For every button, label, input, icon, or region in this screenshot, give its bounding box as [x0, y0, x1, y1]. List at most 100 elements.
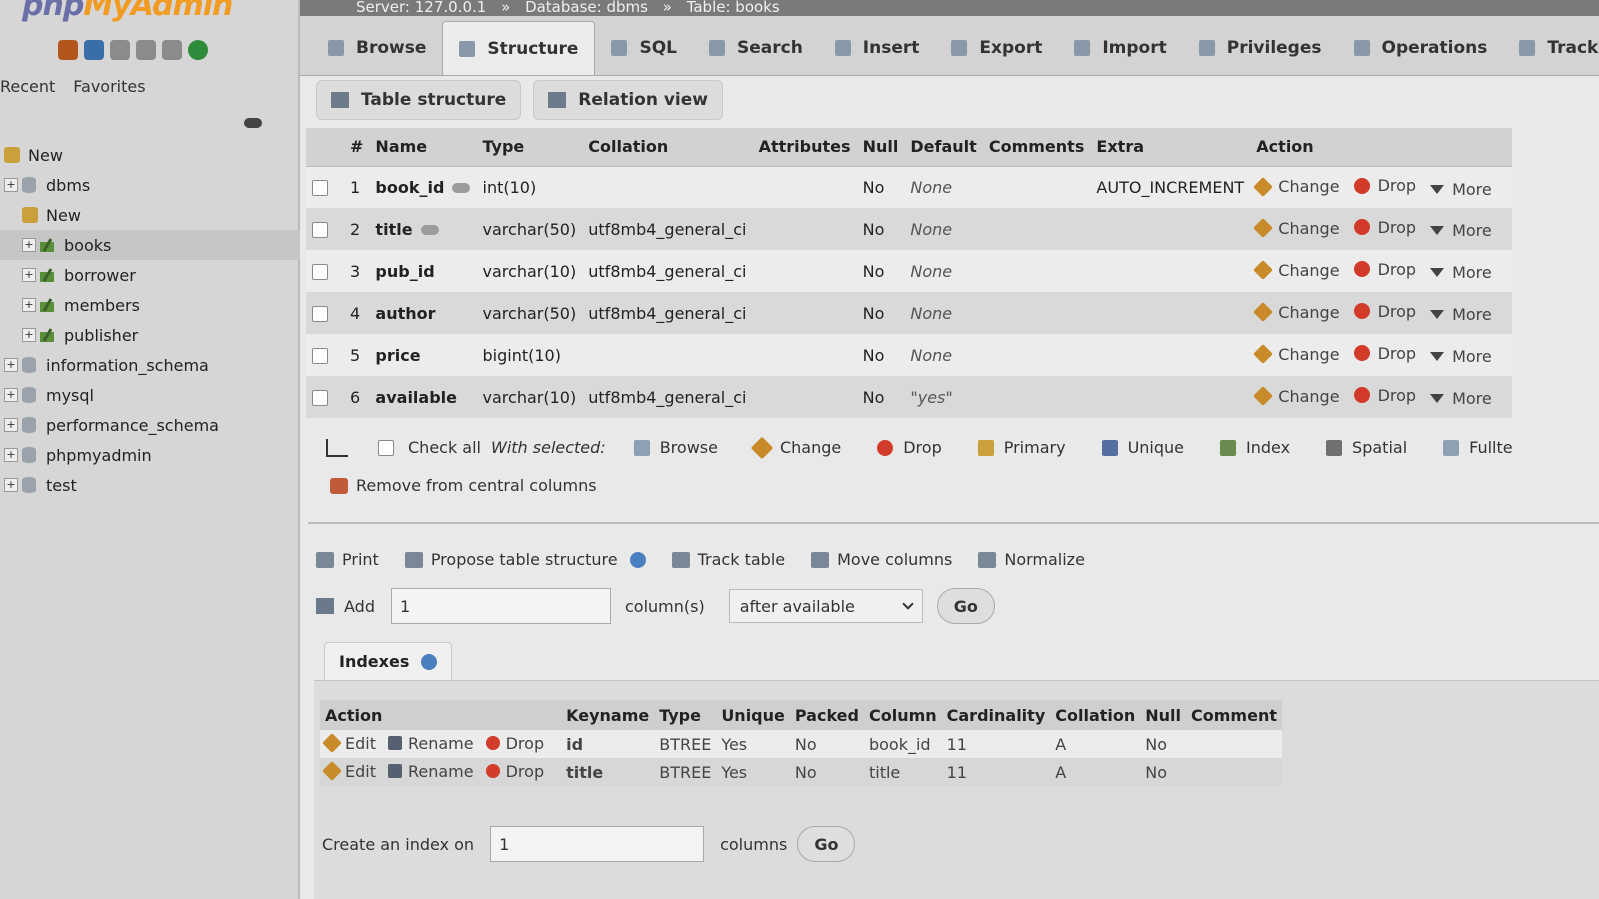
change-button[interactable]: Change	[1253, 260, 1340, 281]
index-drop-button[interactable]: Drop	[485, 762, 544, 781]
tab-tracki[interactable]: Tracki	[1503, 21, 1599, 75]
breadcrumb-server[interactable]: Server: 127.0.0.1	[356, 0, 486, 16]
tree-item-mysql[interactable]: + mysql	[0, 380, 300, 410]
expand-icon[interactable]: +	[4, 418, 18, 432]
create-index-count-input[interactable]	[490, 826, 705, 862]
tab-search[interactable]: Search	[693, 21, 819, 75]
expand-icon[interactable]: +	[4, 478, 18, 492]
recent-link[interactable]: Recent	[0, 77, 55, 96]
tree-item-information-schema[interactable]: + information_schema	[0, 350, 300, 380]
column-position-select[interactable]: after available	[728, 589, 923, 623]
drop-button[interactable]: Drop	[1353, 386, 1416, 405]
tree-item-borrower[interactable]: + borrower	[0, 260, 300, 290]
create-index-go-button[interactable]: Go	[797, 826, 856, 862]
index-edit-button[interactable]: Edit	[322, 761, 376, 782]
tab-import[interactable]: Import	[1058, 21, 1182, 75]
check-all-checkbox[interactable]	[378, 439, 394, 456]
reload-icon[interactable]	[188, 40, 208, 60]
tree-item-New[interactable]: New	[0, 200, 300, 230]
tab-browse[interactable]: Browse	[312, 21, 442, 75]
favorites-link[interactable]: Favorites	[73, 77, 145, 96]
add-columns-count-input[interactable]	[390, 588, 611, 624]
info-icon[interactable]	[421, 653, 438, 670]
with-selected-fullte-button[interactable]: Fullte	[1443, 438, 1513, 457]
tab-export[interactable]: Export	[935, 21, 1058, 75]
drop-button[interactable]: Drop	[1353, 176, 1416, 195]
tree-item-books[interactable]: + books	[0, 230, 300, 260]
more-button[interactable]: More	[1430, 389, 1492, 408]
expand-icon[interactable]: +	[4, 448, 18, 462]
index-rename-button[interactable]: Rename	[387, 734, 474, 753]
row-checkbox[interactable]	[312, 264, 328, 280]
index-edit-button[interactable]: Edit	[322, 733, 376, 754]
drop-button[interactable]: Drop	[1353, 302, 1416, 321]
remove-central-columns-button[interactable]: Remove from central columns	[330, 476, 597, 495]
settings-icon[interactable]	[162, 40, 182, 60]
with-selected-primary-button[interactable]: Primary	[977, 438, 1066, 457]
change-button[interactable]: Change	[1253, 302, 1340, 323]
change-button[interactable]: Change	[1253, 176, 1340, 197]
with-selected-drop-button[interactable]: Drop	[877, 438, 942, 457]
tree-item-phpmyadmin[interactable]: + phpmyadmin	[0, 440, 300, 470]
docs-icon[interactable]	[110, 40, 130, 60]
normalize-button[interactable]: Normalize	[978, 550, 1085, 569]
tree-item-test[interactable]: + test	[0, 470, 300, 500]
check-all-label[interactable]: Check all	[408, 438, 481, 457]
move-columns-button[interactable]: Move columns	[811, 550, 952, 569]
drop-button[interactable]: Drop	[1353, 344, 1416, 363]
breadcrumb-database[interactable]: Database: dbms	[525, 0, 648, 16]
more-button[interactable]: More	[1430, 180, 1492, 199]
drop-button[interactable]: Drop	[1353, 260, 1416, 279]
row-checkbox[interactable]	[312, 180, 328, 197]
change-button[interactable]: Change	[1253, 344, 1340, 365]
tab-sql[interactable]: SQL	[595, 21, 693, 75]
expand-icon[interactable]: +	[22, 298, 36, 312]
tab-insert[interactable]: Insert	[819, 21, 936, 75]
tree-item-performance-schema[interactable]: + performance_schema	[0, 410, 300, 440]
tab-structure[interactable]: Structure	[442, 21, 596, 75]
with-selected-index-button[interactable]: Index	[1220, 438, 1290, 457]
expand-icon[interactable]: +	[22, 328, 36, 342]
expand-icon[interactable]: +	[22, 238, 36, 252]
with-selected-change-button[interactable]: Change	[750, 436, 841, 459]
expand-icon[interactable]: +	[4, 358, 18, 372]
more-button[interactable]: More	[1430, 305, 1492, 324]
expand-icon[interactable]: +	[4, 388, 18, 402]
sql-docs-icon[interactable]	[136, 40, 156, 60]
tree-item-dbms[interactable]: + dbms	[0, 170, 300, 200]
tree-item-members[interactable]: + members	[0, 290, 300, 320]
info-icon[interactable]	[629, 551, 646, 568]
print-button[interactable]: Print	[316, 550, 379, 569]
phpmyadmin-logo[interactable]: phpMyAdmin	[22, 0, 233, 23]
subtab-relation-view[interactable]: Relation view	[533, 80, 723, 120]
row-checkbox[interactable]	[312, 222, 328, 238]
more-button[interactable]: More	[1430, 263, 1492, 282]
logout-icon[interactable]	[84, 40, 104, 60]
expand-icon[interactable]: +	[22, 268, 36, 282]
breadcrumb-table[interactable]: Table: books	[687, 0, 780, 16]
home-icon[interactable]	[58, 40, 78, 60]
tab-operations[interactable]: Operations	[1338, 21, 1504, 75]
row-checkbox[interactable]	[312, 306, 328, 322]
index-drop-button[interactable]: Drop	[485, 734, 544, 753]
tab-privileges[interactable]: Privileges	[1183, 21, 1338, 75]
propose-structure-button[interactable]: Propose table structure	[404, 550, 646, 569]
with-selected-unique-button[interactable]: Unique	[1101, 438, 1184, 457]
more-button[interactable]: More	[1430, 221, 1492, 240]
change-button[interactable]: Change	[1253, 386, 1340, 407]
drop-button[interactable]: Drop	[1353, 218, 1416, 237]
track-table-button[interactable]: Track table	[671, 550, 785, 569]
tree-item-publisher[interactable]: + publisher	[0, 320, 300, 350]
tree-item-New[interactable]: New	[0, 140, 300, 170]
row-checkbox[interactable]	[312, 348, 328, 364]
change-button[interactable]: Change	[1253, 218, 1340, 239]
index-rename-button[interactable]: Rename	[387, 762, 474, 781]
more-button[interactable]: More	[1430, 347, 1492, 366]
with-selected-spatial-button[interactable]: Spatial	[1326, 438, 1407, 457]
expand-icon[interactable]: +	[4, 178, 18, 192]
subtab-table-structure[interactable]: Table structure	[316, 80, 522, 120]
link-icon[interactable]	[244, 118, 262, 128]
with-selected-browse-button[interactable]: Browse	[633, 438, 718, 457]
add-columns-go-button[interactable]: Go	[936, 588, 995, 624]
row-checkbox[interactable]	[312, 390, 328, 406]
